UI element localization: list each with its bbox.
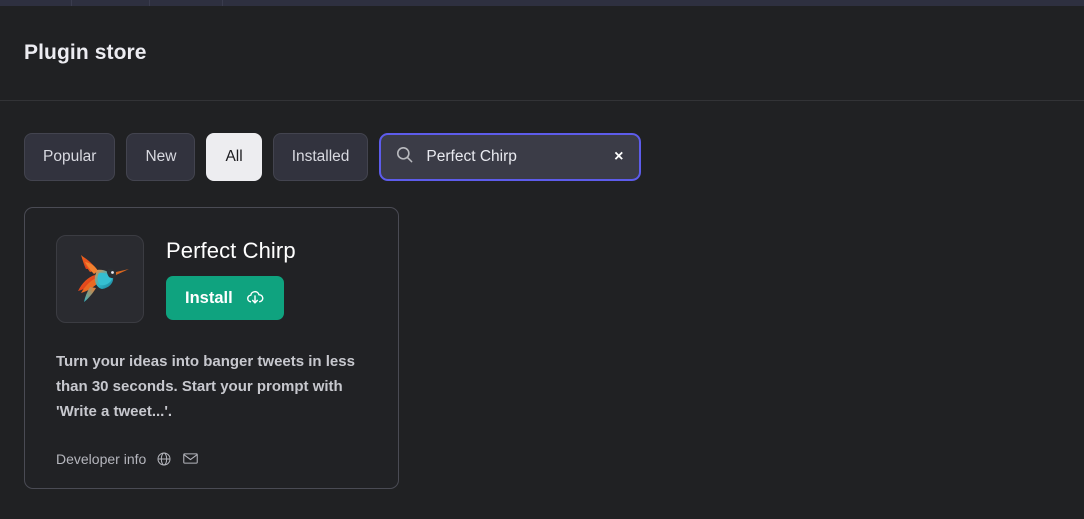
filter-chip-label: New xyxy=(145,148,177,165)
tabstrip-segment xyxy=(153,0,223,6)
plugin-card-header: Perfect Chirp Install xyxy=(56,235,367,323)
page-header: Plugin store xyxy=(0,6,1084,101)
search-icon xyxy=(395,145,414,169)
clear-search-icon[interactable]: × xyxy=(612,147,625,167)
search-input[interactable]: Perfect Chirp xyxy=(426,148,600,166)
filter-chip-all[interactable]: All xyxy=(206,133,262,181)
filter-chip-label: Installed xyxy=(291,148,350,165)
globe-icon[interactable] xyxy=(156,451,172,467)
filter-chip-popular[interactable]: Popular xyxy=(24,133,116,181)
tabstrip-segment xyxy=(223,0,1084,6)
main-content: Popular New All Installed Perfect Chirp … xyxy=(0,101,1084,518)
plugin-card[interactable]: Perfect Chirp Install Turn your ideas in… xyxy=(24,207,399,489)
plugin-title: Perfect Chirp xyxy=(166,238,296,263)
plugin-description: Turn your ideas into banger tweets in le… xyxy=(56,353,355,420)
hummingbird-icon xyxy=(78,255,129,302)
plugin-logo xyxy=(56,235,144,323)
install-button-label: Install xyxy=(185,288,233,307)
search-field[interactable]: Perfect Chirp × xyxy=(379,133,642,181)
browser-tabstrip xyxy=(0,0,1084,6)
page-title: Plugin store xyxy=(24,41,147,64)
developer-info-label: Developer info xyxy=(56,450,147,467)
filter-chip-installed[interactable]: Installed xyxy=(272,133,369,181)
filter-chip-label: Popular xyxy=(43,148,97,165)
filter-chip-label: All xyxy=(225,148,243,165)
install-button[interactable]: Install xyxy=(166,276,284,320)
tabstrip-segment xyxy=(0,0,72,6)
filter-bar: Popular New All Installed Perfect Chirp … xyxy=(24,133,1060,181)
developer-info: Developer info xyxy=(56,450,367,467)
filter-chip-new[interactable]: New xyxy=(126,133,196,181)
tabstrip-segment xyxy=(72,0,150,6)
cloud-download-icon xyxy=(245,288,265,308)
plugin-card-heading-group: Perfect Chirp Install xyxy=(166,235,296,320)
mail-icon[interactable] xyxy=(182,450,199,467)
